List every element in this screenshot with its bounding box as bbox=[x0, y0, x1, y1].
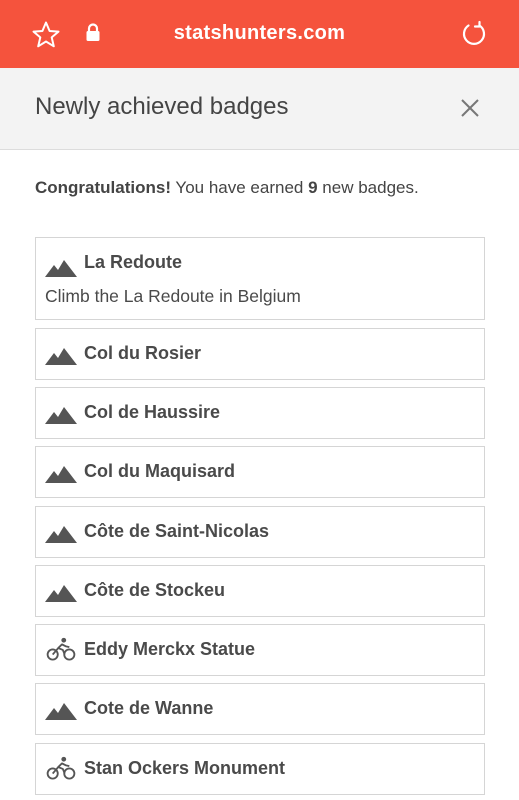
badge-name: Côte de Saint-Nicolas bbox=[84, 521, 270, 541]
badge-item[interactable]: Côte de Stockeu bbox=[35, 565, 485, 617]
mountain-icon bbox=[45, 260, 77, 277]
url-display[interactable]: statshunters.com bbox=[0, 22, 519, 45]
congrats-message: Congratulations! You have earned 9 new b… bbox=[35, 178, 419, 198]
mountain-icon bbox=[45, 585, 77, 602]
badge-name: Côte de Stockeu bbox=[84, 580, 226, 600]
reload-icon[interactable] bbox=[459, 19, 489, 49]
mountain-icon bbox=[45, 526, 77, 543]
modal-body: Congratulations! You have earned 9 new b… bbox=[0, 150, 519, 800]
badge-name: Col du Maquisard bbox=[84, 461, 236, 481]
mountain-icon bbox=[45, 703, 77, 720]
badge-item[interactable]: La Redoute Climb the La Redoute in Belgi… bbox=[35, 237, 485, 320]
badge-item[interactable]: Col du Rosier bbox=[35, 328, 485, 380]
badge-name: Col de Haussire bbox=[84, 402, 221, 422]
mountain-icon bbox=[45, 407, 77, 424]
badge-item[interactable]: Col de Haussire bbox=[35, 387, 485, 439]
mountain-icon bbox=[45, 466, 77, 483]
badge-item[interactable]: Stan Ockers Monument bbox=[35, 743, 485, 795]
badge-item[interactable]: Col du Maquisard bbox=[35, 446, 485, 498]
badge-item[interactable]: Cote de Wanne bbox=[35, 683, 485, 735]
badge-name: Col du Rosier bbox=[84, 343, 202, 363]
mountain-icon bbox=[45, 348, 77, 365]
badge-name: La Redoute bbox=[84, 252, 183, 272]
cyclist-icon bbox=[46, 756, 76, 780]
congrats-text-after: new badges. bbox=[322, 178, 419, 197]
badge-item[interactable]: Côte de Saint-Nicolas bbox=[35, 506, 485, 558]
badge-item[interactable]: Eddy Merckx Statue bbox=[35, 624, 485, 676]
congrats-strong: Congratulations! bbox=[35, 178, 171, 197]
badge-name: Stan Ockers Monument bbox=[84, 758, 286, 778]
congrats-text-before: You have earned bbox=[175, 178, 304, 197]
badge-name: Eddy Merckx Statue bbox=[84, 639, 256, 659]
cyclist-icon bbox=[46, 637, 76, 661]
badge-name: Cote de Wanne bbox=[84, 698, 214, 718]
browser-toolbar: statshunters.com bbox=[0, 0, 519, 68]
close-icon[interactable] bbox=[458, 96, 482, 120]
badge-count: 9 bbox=[308, 178, 318, 197]
badge-description: Climb the La Redoute in Belgium bbox=[45, 286, 301, 306]
modal-title: Newly achieved badges bbox=[35, 93, 289, 120]
modal-header: Newly achieved badges bbox=[0, 68, 519, 150]
